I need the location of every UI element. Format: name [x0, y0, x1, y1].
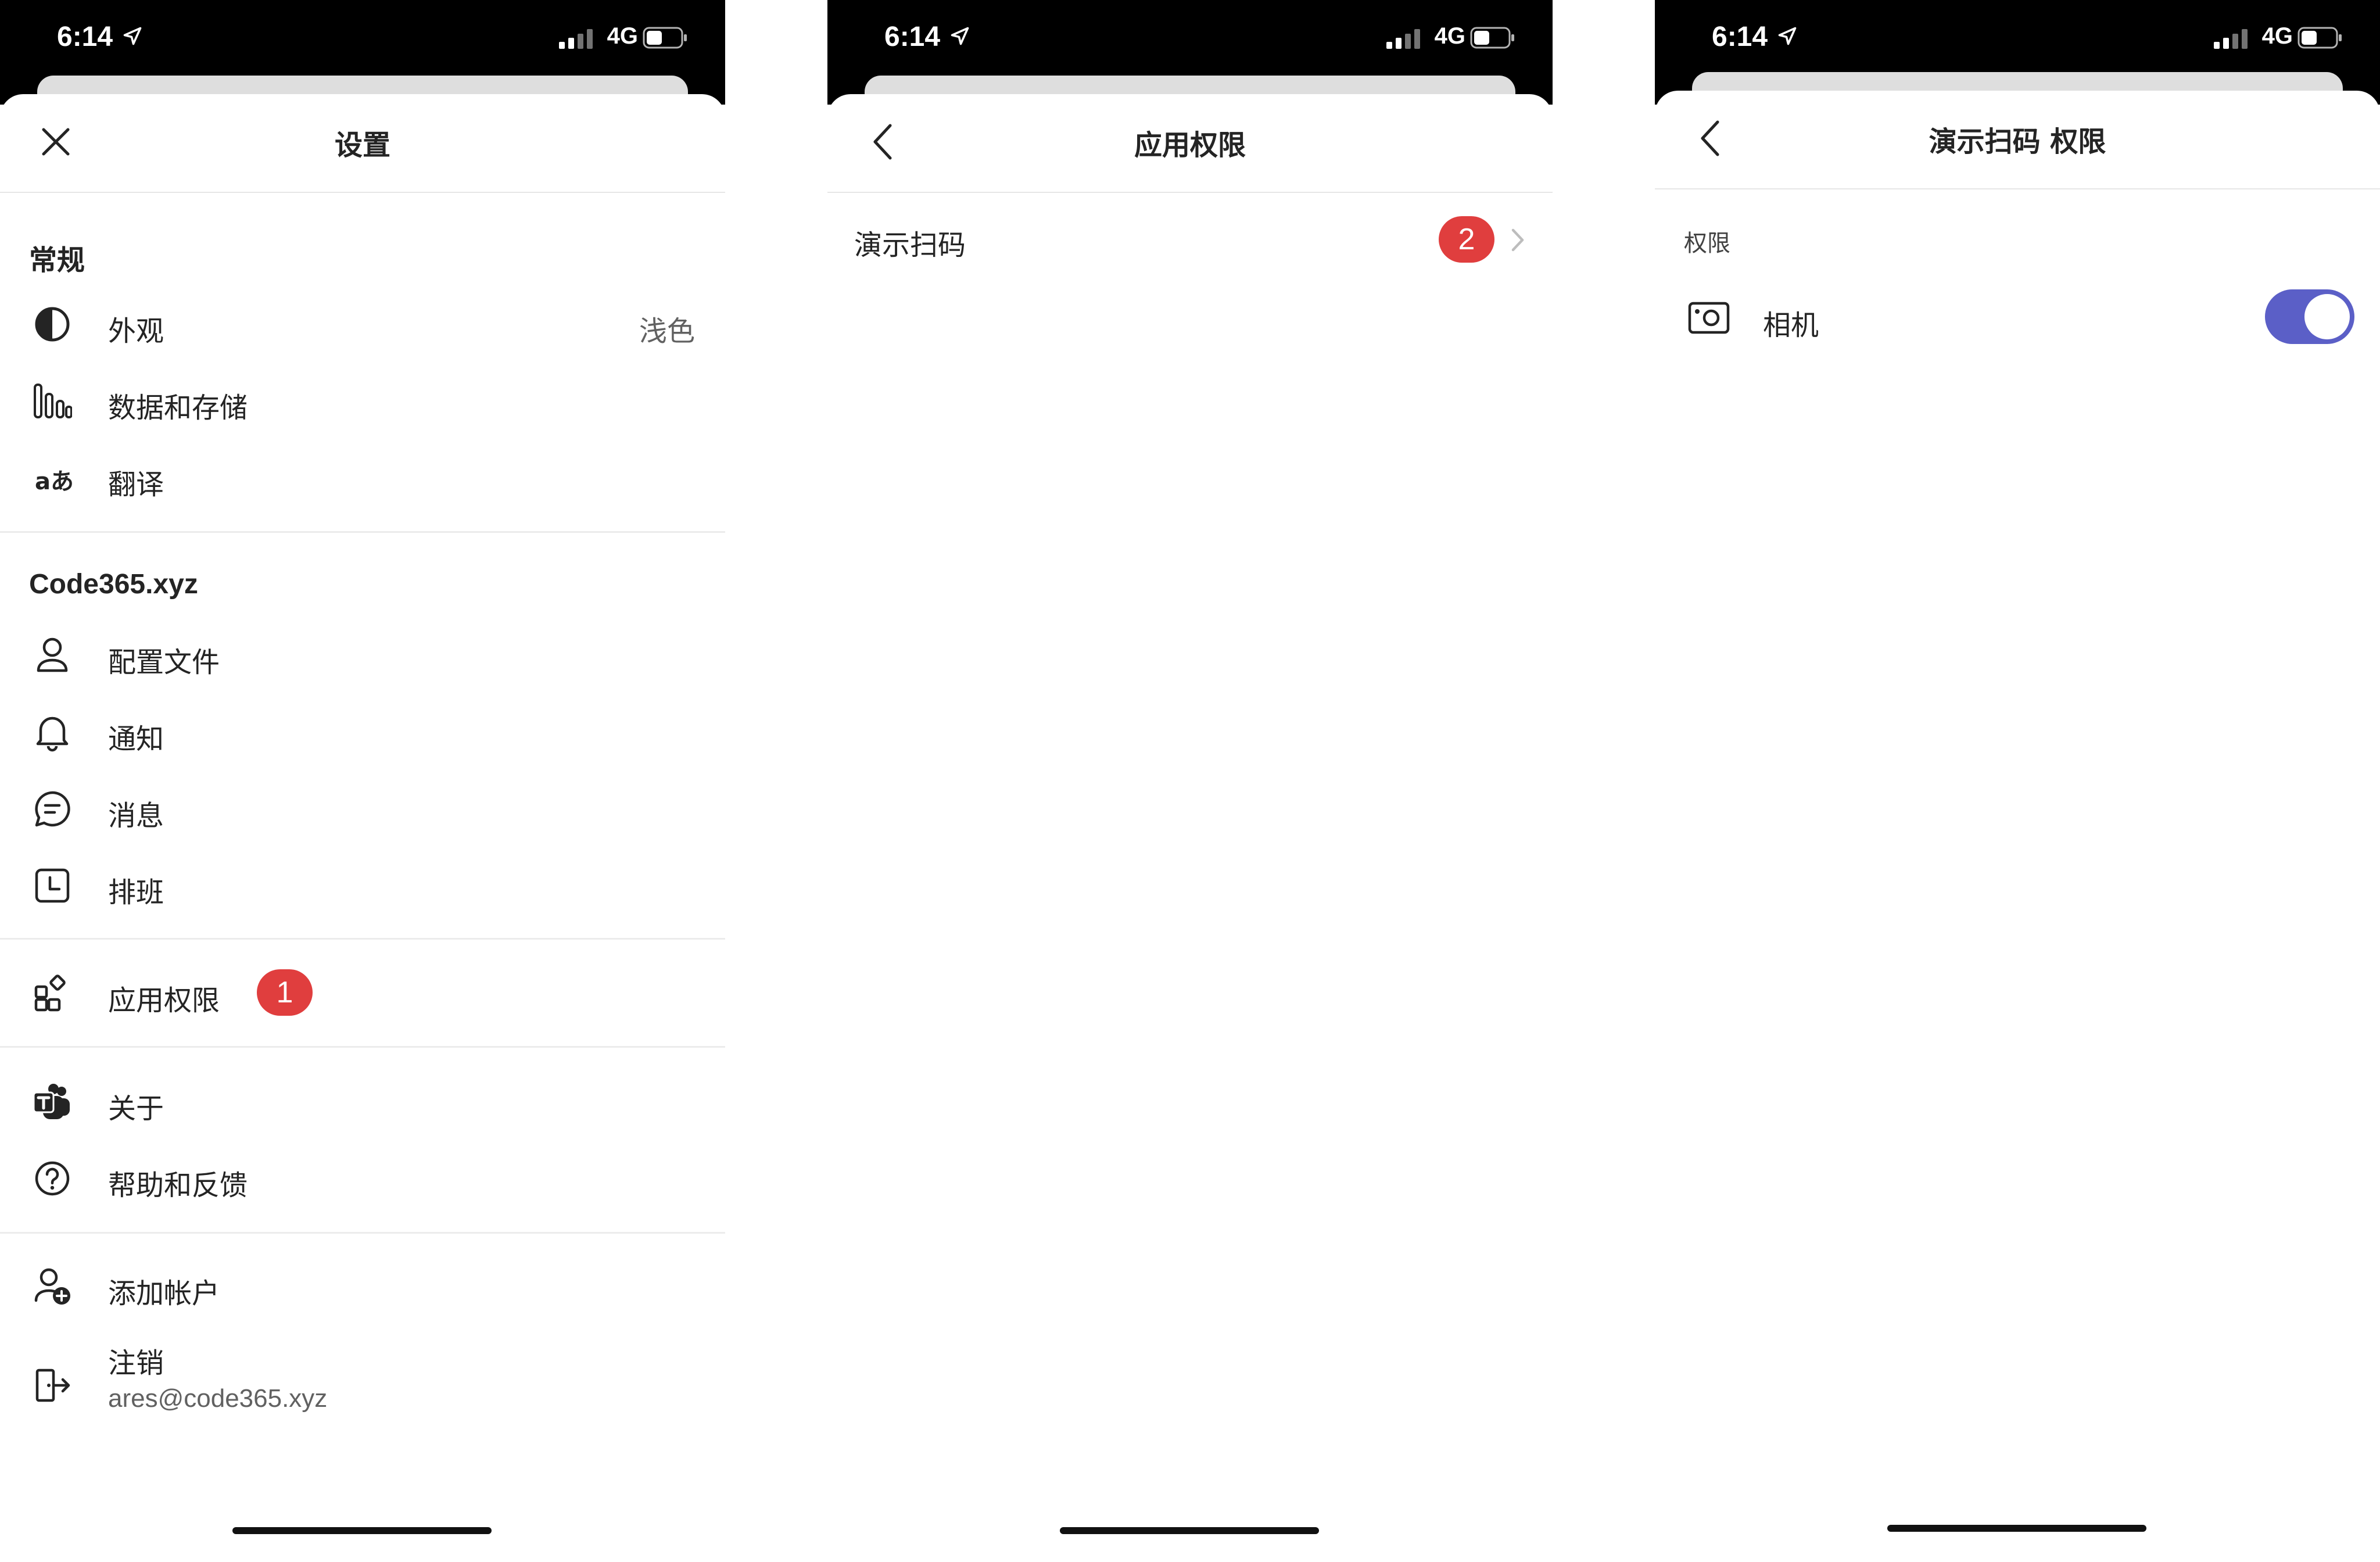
battery-icon	[2297, 27, 2342, 49]
account-email: ares@code365.xyz	[108, 1384, 328, 1413]
header: 应用权限	[827, 94, 1553, 193]
page-title: 应用权限	[1134, 129, 1246, 162]
network-type: 4G	[607, 23, 638, 49]
translate-icon: aあ	[35, 468, 74, 495]
network-type: 4G	[1434, 23, 1465, 49]
divider	[0, 1232, 725, 1234]
apps-icon	[34, 975, 66, 1012]
status-time: 6:14	[884, 22, 941, 52]
header: 演示扫码 权限	[1655, 91, 2380, 189]
status-time: 6:14	[1712, 22, 1768, 52]
settings-item-translate[interactable]: aあ 翻译	[0, 442, 725, 511]
contrast-icon	[35, 307, 70, 342]
person-icon	[37, 637, 68, 672]
item-label: 通知	[108, 723, 164, 755]
bar-chart-icon	[34, 384, 72, 418]
item-label: 注销	[108, 1347, 164, 1380]
app-detail-permissions-screen: 6:14 4G 演示扫码 权限 权限 相机	[1655, 0, 2380, 1562]
battery-icon	[1470, 27, 1514, 49]
settings-item-appearance[interactable]: 外观 浅色	[0, 288, 725, 358]
help-icon	[35, 1161, 70, 1196]
location-arrow-icon	[1778, 27, 1797, 45]
item-label: 帮助和反馈	[108, 1169, 248, 1202]
signal-icon	[559, 29, 593, 49]
status-time: 6:14	[57, 22, 113, 52]
shifts-icon	[35, 868, 70, 903]
teams-logo-icon	[33, 1084, 70, 1119]
item-value: 浅色	[639, 315, 695, 347]
home-indicator[interactable]	[232, 1527, 492, 1534]
item-label: 数据和存储	[108, 392, 248, 424]
header: 设置	[0, 94, 725, 193]
settings-item-profile[interactable]: 配置文件	[0, 619, 725, 689]
item-label: 添加帐户	[108, 1277, 220, 1310]
chevron-right-icon	[1511, 228, 1524, 252]
battery-icon	[643, 27, 687, 49]
toggle-knob	[2304, 294, 2350, 339]
home-indicator[interactable]	[1060, 1527, 1319, 1534]
section-heading-general: 常规	[29, 244, 85, 277]
permission-label: 相机	[1763, 309, 1819, 342]
item-label: 外观	[108, 315, 164, 347]
permissions-sheet: 应用权限 演示扫码 2	[827, 94, 1553, 1562]
item-label: 翻译	[108, 468, 164, 501]
item-label: 关于	[108, 1092, 164, 1125]
signal-icon	[1386, 29, 1420, 49]
detail-sheet: 演示扫码 权限 权限 相机	[1655, 91, 2380, 1562]
network-type: 4G	[2261, 23, 2293, 49]
location-arrow-icon	[123, 27, 142, 45]
settings-item-messages[interactable]: 消息	[0, 773, 725, 843]
item-label: 配置文件	[108, 646, 220, 679]
camera-permission-toggle[interactable]	[2265, 289, 2354, 344]
divider	[0, 1046, 725, 1048]
settings-item-add-account[interactable]: 添加帐户	[0, 1251, 725, 1320]
step-badge: 2	[1439, 216, 1494, 263]
step-badge: 1	[257, 969, 313, 1016]
chat-icon	[35, 791, 70, 827]
sign-out-icon	[35, 1368, 70, 1402]
settings-item-shifts[interactable]: 排班	[0, 850, 725, 919]
settings-sheet: 设置 常规 外观 浅色 数据和存储 aあ 翻译 Code365.xyz 配置文件…	[0, 94, 725, 1562]
home-indicator[interactable]	[1887, 1525, 2146, 1532]
settings-item-notifications[interactable]: 通知	[0, 696, 725, 766]
item-label: 消息	[108, 800, 164, 832]
settings-item-help[interactable]: 帮助和反馈	[0, 1142, 725, 1212]
section-heading-org: Code365.xyz	[29, 569, 198, 600]
item-label: 排班	[108, 876, 164, 909]
add-person-icon	[34, 1268, 70, 1305]
settings-screen: 6:14 4G 设置 常规 外观 浅色 数据和存储 aあ 翻译 Code365.…	[0, 0, 725, 1562]
settings-item-app-permissions[interactable]: 应用权限 1	[0, 958, 725, 1027]
divider	[0, 938, 725, 940]
camera-icon	[1688, 302, 1730, 334]
settings-item-sign-out[interactable]: 注销 ares@code365.xyz	[0, 1320, 725, 1436]
signal-icon	[2214, 29, 2248, 49]
divider	[0, 531, 725, 533]
bell-icon	[36, 716, 69, 752]
item-label: 应用权限	[108, 984, 220, 1017]
section-label-permissions: 权限	[1684, 230, 1730, 257]
settings-item-data-storage[interactable]: 数据和存储	[0, 365, 725, 435]
location-arrow-icon	[951, 27, 969, 45]
permission-item-camera: 相机	[1655, 277, 2380, 360]
app-permission-item[interactable]: 演示扫码 2	[827, 192, 1553, 287]
app-name: 演示扫码	[854, 229, 966, 261]
page-title: 设置	[334, 129, 390, 162]
app-permissions-screen: 6:14 4G 应用权限 演示扫码 2	[827, 0, 1553, 1562]
settings-item-about[interactable]: 关于	[0, 1066, 725, 1135]
page-title: 演示扫码 权限	[1929, 126, 2106, 158]
